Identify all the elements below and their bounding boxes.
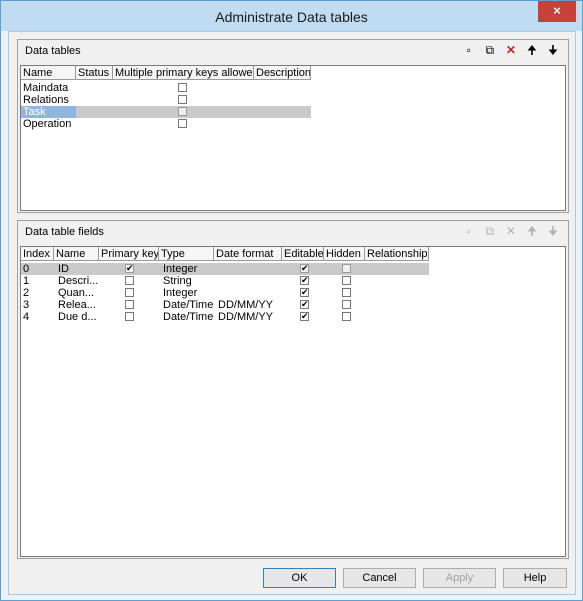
field-type-cell: Date/Time	[163, 311, 214, 323]
column-header-description[interactable]: Description	[254, 66, 311, 80]
hidden-checkbox[interactable]	[342, 312, 351, 321]
multiple-pk-checkbox[interactable]	[178, 107, 187, 116]
multiple-pk-checkbox[interactable]	[178, 119, 187, 128]
field-index-cell: 2	[23, 287, 30, 299]
primary-key-checkbox[interactable]	[125, 312, 134, 321]
field-index-cell: 0	[23, 263, 30, 275]
field-date-format-cell: DD/MM/YY	[218, 311, 273, 323]
field-type-cell: Integer	[163, 287, 198, 299]
title-bar[interactable]: Administrate Data tables ×	[1, 1, 582, 31]
hidden-checkbox[interactable]	[342, 300, 351, 309]
table-row[interactable]: Maindata	[21, 82, 311, 94]
data-table-fields-label: Data table fields	[25, 226, 104, 238]
copy-icon[interactable]: ⧉	[483, 224, 497, 238]
move-up-icon[interactable]: 🠉	[525, 43, 539, 57]
window-title: Administrate Data tables	[215, 9, 368, 25]
field-type-cell: Date/Time	[163, 299, 214, 311]
data-tables-grid[interactable]: Name Status Multiple primary keys allowe…	[20, 65, 566, 211]
data-tables-section: Data tables ▫ ⧉ ✕ 🠉 🠋 Name Status Multip…	[17, 39, 569, 213]
field-type-cell: Integer	[163, 263, 198, 275]
field-name-cell: Due d...	[58, 311, 97, 323]
field-row[interactable]: 4 Due d... Date/Time DD/MM/YY ✔	[21, 311, 429, 323]
table-name-cell: Operation	[23, 118, 72, 130]
copy-icon[interactable]: ⧉	[483, 43, 497, 57]
multiple-pk-checkbox[interactable]	[178, 83, 187, 92]
ok-button[interactable]: OK	[263, 568, 336, 588]
new-icon[interactable]: ▫	[462, 43, 476, 57]
column-header-primary-key[interactable]: Primary key	[99, 247, 159, 261]
table-row-selected[interactable]: Task	[21, 106, 311, 118]
field-name-cell: Relea...	[58, 299, 96, 311]
hidden-checkbox[interactable]	[342, 288, 351, 297]
field-date-format-cell	[216, 287, 282, 299]
primary-key-checkbox[interactable]	[125, 300, 134, 309]
column-header-name[interactable]: Name	[21, 66, 76, 80]
column-header-status[interactable]: Status	[76, 66, 113, 80]
table-name-cell: Relations	[23, 94, 69, 106]
editable-checkbox[interactable]: ✔	[300, 264, 309, 273]
help-button[interactable]: Help	[503, 568, 567, 588]
field-date-format-cell: DD/MM/YY	[218, 299, 273, 311]
new-icon[interactable]: ▫	[462, 224, 476, 238]
field-name-cell: ID	[58, 263, 69, 275]
move-up-icon[interactable]: 🠉	[525, 224, 539, 238]
column-header-index[interactable]: Index	[21, 247, 54, 261]
primary-key-checkbox[interactable]	[125, 276, 134, 285]
table-name-cell: Task	[21, 106, 76, 118]
column-header-name[interactable]: Name	[54, 247, 99, 261]
column-header-hidden[interactable]: Hidden	[324, 247, 365, 261]
field-row[interactable]: 3 Relea... Date/Time DD/MM/YY ✔	[21, 299, 429, 311]
field-row[interactable]: 1 Descri... String ✔	[21, 275, 429, 287]
data-table-fields-section: Data table fields ▫ ⧉ ✕ 🠉 🠋 Index Name P…	[17, 220, 569, 559]
apply-button[interactable]: Apply	[423, 568, 496, 588]
field-date-format-cell	[216, 263, 282, 275]
editable-checkbox[interactable]: ✔	[300, 276, 309, 285]
primary-key-checkbox[interactable]	[125, 288, 134, 297]
column-header-editable[interactable]: Editable	[282, 247, 324, 261]
dialog-client-area: Data tables ▫ ⧉ ✕ 🠉 🠋 Name Status Multip…	[8, 31, 576, 595]
field-name-cell: Descri...	[58, 275, 99, 287]
cancel-button[interactable]: Cancel	[343, 568, 416, 588]
table-row[interactable]: Operation	[21, 118, 311, 130]
field-name-cell: Quan...	[58, 287, 95, 299]
move-down-icon[interactable]: 🠋	[546, 43, 560, 57]
editable-checkbox[interactable]: ✔	[300, 300, 309, 309]
fields-grid[interactable]: Index Name Primary key Type Date format …	[20, 246, 566, 557]
column-header-date-format[interactable]: Date format	[214, 247, 282, 261]
column-header-relationship[interactable]: Relationship	[365, 247, 429, 261]
delete-icon[interactable]: ✕	[504, 43, 518, 57]
hidden-checkbox[interactable]	[342, 276, 351, 285]
hidden-checkbox[interactable]	[342, 264, 351, 273]
data-tables-toolbar: ▫ ⧉ ✕ 🠉 🠋	[458, 43, 560, 59]
close-button[interactable]: ×	[538, 1, 576, 22]
field-row[interactable]: 2 Quan... Integer ✔	[21, 287, 429, 299]
field-index-cell: 1	[23, 275, 30, 287]
field-index-cell: 3	[23, 299, 30, 311]
primary-key-checkbox[interactable]: ✔	[125, 264, 134, 273]
editable-checkbox[interactable]: ✔	[300, 288, 309, 297]
table-name-cell: Maindata	[23, 82, 69, 94]
fields-toolbar: ▫ ⧉ ✕ 🠉 🠋	[458, 224, 560, 240]
multiple-pk-checkbox[interactable]	[178, 95, 187, 104]
field-index-cell: 4	[23, 311, 30, 323]
field-type-cell: String	[163, 275, 192, 287]
delete-icon[interactable]: ✕	[504, 224, 518, 238]
field-date-format-cell	[216, 275, 282, 287]
move-down-icon[interactable]: 🠋	[546, 224, 560, 238]
dialog-window: Administrate Data tables × Data tables ▫…	[0, 0, 583, 601]
data-tables-label: Data tables	[25, 45, 81, 57]
editable-checkbox[interactable]: ✔	[300, 312, 309, 321]
column-header-multiple-primary-keys[interactable]: Multiple primary keys allowed	[113, 66, 254, 80]
column-header-type[interactable]: Type	[159, 247, 214, 261]
field-row-selected[interactable]: 0 ID ✔ Integer ✔	[21, 263, 429, 275]
table-row[interactable]: Relations	[21, 94, 311, 106]
